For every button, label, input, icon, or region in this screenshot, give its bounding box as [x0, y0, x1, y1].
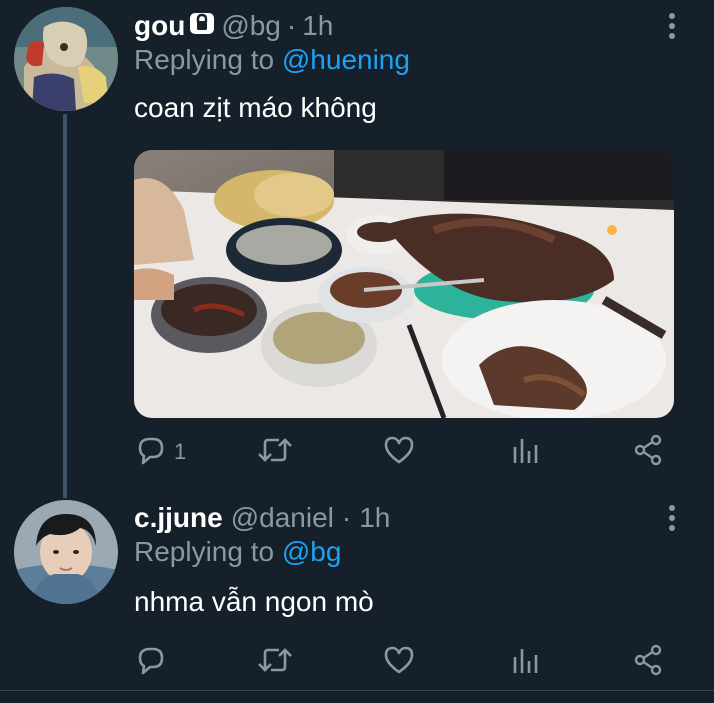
retweet-icon: [256, 643, 294, 682]
display-name[interactable]: gou: [134, 10, 185, 42]
reply-icon: [134, 433, 168, 472]
replying-to-line: Replying to @bg: [134, 536, 341, 568]
user-handle[interactable]: @bg: [221, 10, 281, 42]
separator-dot: ·: [341, 502, 352, 533]
tweet-media-image[interactable]: [134, 150, 674, 418]
tweet-actions: [134, 642, 694, 682]
replying-to-line: Replying to @huening: [134, 44, 410, 76]
share-icon: [632, 433, 666, 472]
separator-dot: ·: [286, 10, 297, 41]
analytics-icon: [510, 643, 542, 682]
tweet-text: coan zịt máo không: [134, 92, 377, 123]
share-button[interactable]: [632, 642, 666, 682]
analytics-button[interactable]: [510, 432, 542, 472]
replying-to-mention[interactable]: @huening: [282, 44, 410, 75]
tweet-2[interactable]: c.jjune @daniel · 1h Replying to @bg nhm…: [0, 498, 714, 690]
timestamp[interactable]: 1h: [302, 10, 333, 42]
retweet-icon: [256, 433, 294, 472]
analytics-icon: [510, 433, 542, 472]
user-handle[interactable]: @daniel: [231, 502, 334, 534]
tweet-1[interactable]: gou @bg · 1h Replying to @huening coan z…: [0, 0, 714, 500]
tweet-header: gou @bg · 1h: [134, 6, 333, 46]
reply-button[interactable]: [134, 642, 174, 682]
replying-to-label: Replying to: [134, 44, 275, 75]
timeline-divider: [0, 690, 714, 691]
like-icon: [382, 643, 416, 682]
timestamp[interactable]: 1h: [359, 502, 390, 534]
lock-icon: [189, 10, 215, 42]
like-button[interactable]: [382, 432, 416, 472]
avatar[interactable]: [14, 7, 118, 111]
share-button[interactable]: [632, 432, 666, 472]
tweet-header: c.jjune @daniel · 1h: [134, 498, 390, 538]
more-options-icon[interactable]: [660, 498, 684, 538]
more-options-icon[interactable]: [660, 6, 684, 46]
retweet-button[interactable]: [256, 432, 294, 472]
reply-icon: [134, 643, 168, 682]
avatar[interactable]: [14, 500, 118, 604]
thread-connector-line: [63, 114, 67, 498]
analytics-button[interactable]: [510, 642, 542, 682]
share-icon: [632, 643, 666, 682]
replying-to-mention[interactable]: @bg: [282, 536, 342, 567]
reply-button[interactable]: 1: [134, 432, 186, 472]
tweet-actions: 1: [134, 432, 694, 472]
like-button[interactable]: [382, 642, 416, 682]
like-icon: [382, 433, 416, 472]
replying-to-label: Replying to: [134, 536, 275, 567]
tweet-text: nhma vẫn ngon mò: [134, 586, 374, 617]
reply-count: 1: [174, 439, 187, 464]
display-name[interactable]: c.jjune: [134, 502, 223, 534]
retweet-button[interactable]: [256, 642, 294, 682]
